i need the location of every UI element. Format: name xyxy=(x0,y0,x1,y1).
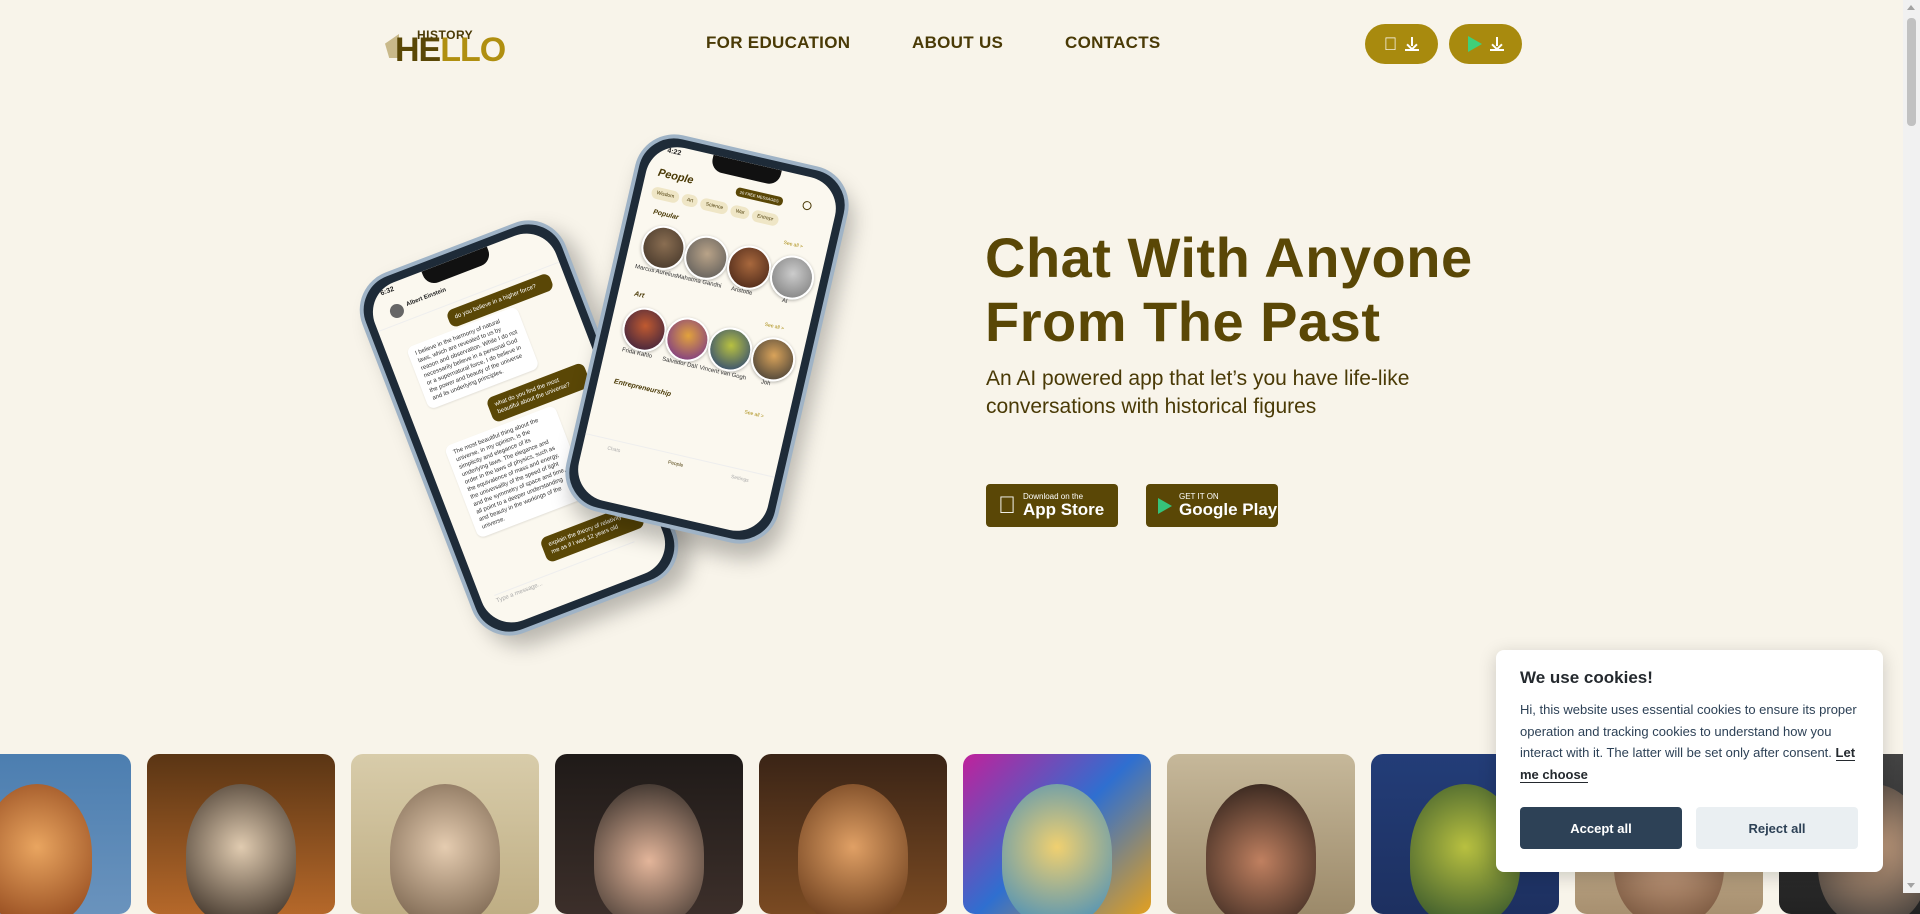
see-all-link: See all > xyxy=(764,321,785,332)
portrait-card[interactable] xyxy=(963,754,1151,914)
status-time: 4:22 xyxy=(666,147,682,158)
nav-for-education[interactable]: FOR EDUCATION xyxy=(706,33,850,53)
logo-big-text: HELLO xyxy=(395,31,506,69)
chip: Science xyxy=(699,197,730,216)
portrait-image xyxy=(186,784,296,914)
hero-title: Chat With Anyone From The Past xyxy=(985,226,1545,354)
download-icon xyxy=(1489,37,1504,51)
app-store-download-button[interactable]:  xyxy=(1365,24,1438,64)
reject-all-button[interactable]: Reject all xyxy=(1696,807,1858,849)
cookie-banner: We use cookies! Hi, this website uses es… xyxy=(1496,650,1883,872)
app-store-badge-text: Download on the App Store xyxy=(1023,492,1104,519)
status-time: 6:32 xyxy=(379,285,396,298)
section-popular-title: Popular xyxy=(652,208,680,222)
chip: Entrepr xyxy=(750,209,780,227)
nav-about-us[interactable]: ABOUT US xyxy=(912,33,1003,53)
cookie-title: We use cookies! xyxy=(1520,668,1653,687)
accept-all-button[interactable]: Accept all xyxy=(1520,807,1682,849)
portrait-image xyxy=(1206,784,1316,914)
free-messages-badge: 20 FREE MESSAGES xyxy=(734,186,784,207)
portrait-image xyxy=(390,784,500,914)
portrait-card[interactable] xyxy=(351,754,539,914)
tab-people: People xyxy=(667,459,684,469)
see-all-link: See all > xyxy=(743,409,765,420)
portrait-image xyxy=(0,784,92,914)
google-play-icon xyxy=(1158,497,1172,514)
app-store-badge[interactable]:  Download on the App Store xyxy=(986,484,1118,527)
cookie-description: Hi, this website uses essential cookies … xyxy=(1520,702,1857,760)
chip: Wisdom xyxy=(650,185,681,204)
portrait-card[interactable] xyxy=(759,754,947,914)
google-play-badge-text: GET IT ON Google Play xyxy=(1179,492,1277,519)
scroll-down-arrow[interactable] xyxy=(1907,883,1915,888)
apple-icon:  xyxy=(998,493,1016,518)
google-play-big-text: Google Play xyxy=(1179,500,1278,519)
hero-subtitle: An AI powered app that let’s you have li… xyxy=(986,367,1410,418)
chip: Art xyxy=(680,192,700,209)
tab-chats: Chats xyxy=(606,445,621,455)
section-art-title: Art xyxy=(633,290,645,300)
see-all-link: See all > xyxy=(782,239,804,251)
vertical-scrollbar[interactable] xyxy=(1903,0,1920,893)
phone-notch xyxy=(710,154,782,187)
avatar xyxy=(387,301,406,321)
phone-people-mockup: 4:22 People 20 FREE MESSAGES Wisdom Art … xyxy=(557,126,857,552)
hero-title-line2: From The Past xyxy=(985,290,1381,353)
hero-title-line1: Chat With Anyone xyxy=(985,226,1473,289)
cookie-text: Hi, this website uses essential cookies … xyxy=(1520,699,1860,785)
scrollbar-thumb[interactable] xyxy=(1907,18,1916,126)
logo[interactable]: HISTORY HELLO xyxy=(385,26,506,69)
people-title: People xyxy=(656,166,695,187)
logo-big-text-a: HE xyxy=(395,31,441,69)
contact-name: Albert Einstein xyxy=(405,287,448,308)
apple-icon:  xyxy=(1384,35,1398,53)
download-icon xyxy=(1405,37,1420,51)
portrait-image xyxy=(798,784,908,914)
people-screen: 4:22 People 20 FREE MESSAGES Wisdom Art … xyxy=(571,140,843,538)
google-play-icon xyxy=(1467,36,1482,52)
app-store-big-text: App Store xyxy=(1005,500,1104,519)
google-play-download-button[interactable] xyxy=(1449,24,1522,64)
portrait-image xyxy=(594,784,704,914)
portrait-card[interactable] xyxy=(147,754,335,914)
portrait-image xyxy=(1002,784,1112,914)
scroll-up-arrow[interactable] xyxy=(1907,5,1915,10)
portrait-card[interactable] xyxy=(555,754,743,914)
portrait-card[interactable] xyxy=(0,754,131,914)
google-play-badge[interactable]: GET IT ON Google Play xyxy=(1146,484,1278,527)
section-entrepreneurship-title: Entrepreneurship xyxy=(613,378,672,399)
portrait-card[interactable] xyxy=(1167,754,1355,914)
tab-settings: Settings xyxy=(730,474,750,484)
search-icon xyxy=(801,200,813,211)
nav-contacts[interactable]: CONTACTS xyxy=(1065,33,1161,53)
chip: War xyxy=(729,204,751,221)
logo-big-text-b: LLO xyxy=(440,31,506,69)
tab-bar: Chats People Settings xyxy=(576,433,775,516)
